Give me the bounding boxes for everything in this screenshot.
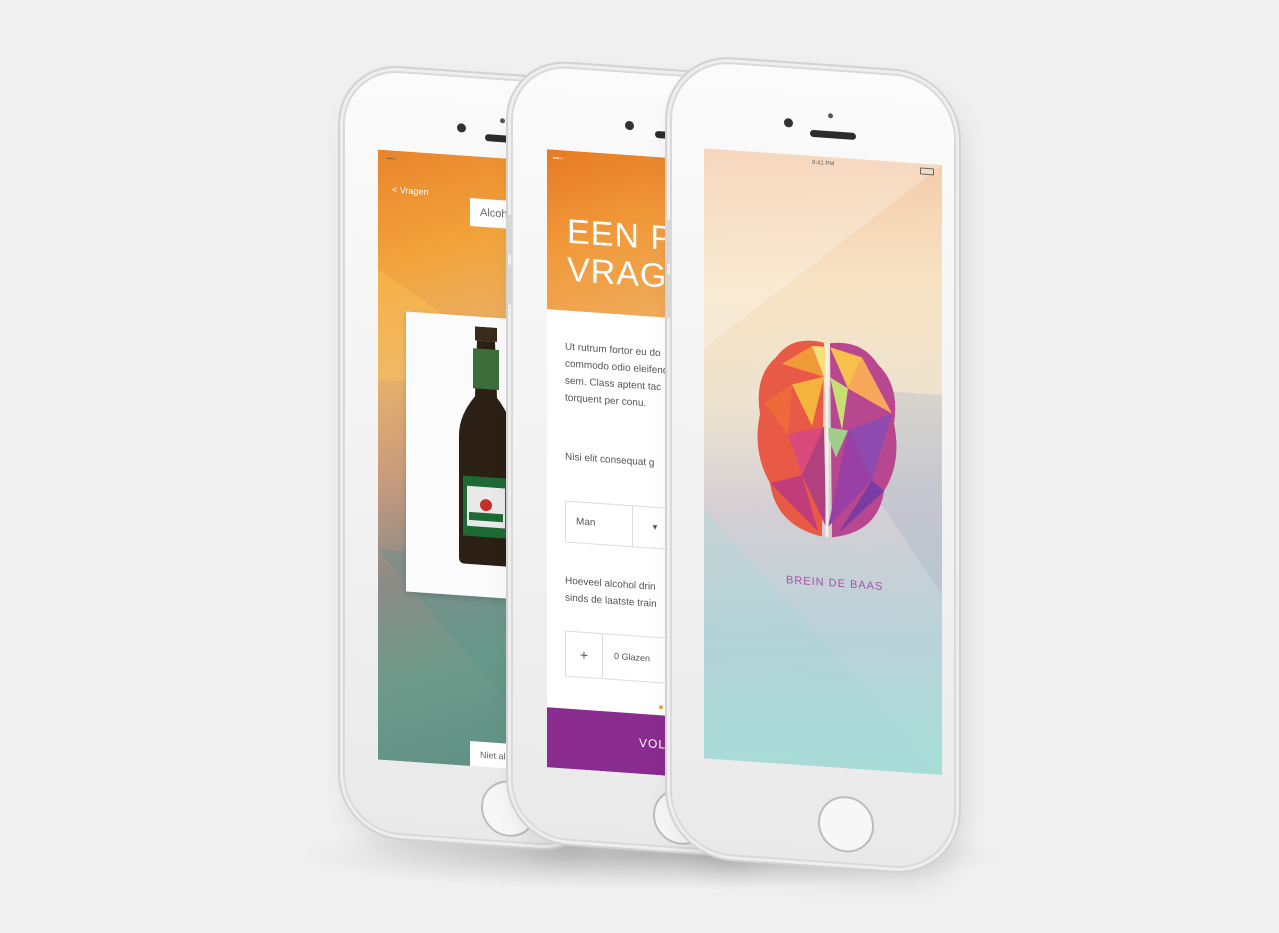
battery-icon [920,167,934,176]
pager-dot [667,705,671,710]
screen: 9:41 PM BREIN DE BAAS [704,148,942,776]
earpiece-speaker [810,129,856,141]
home-button[interactable] [818,794,874,855]
pager-dot [659,705,663,710]
gender-select-value: Man [576,516,596,529]
stepper-plus-button[interactable]: + [566,631,603,679]
question-alcohol: Hoeveel alcohol drin sinds de laatste tr… [565,573,657,613]
sensor-dot [500,118,505,124]
status-carrier: ••••◦ [386,156,397,163]
chevron-down-icon: ▼ [632,506,677,550]
front-camera [625,120,634,131]
poly-shard [704,508,942,776]
brain-logo [757,340,897,538]
volume-button [507,264,512,305]
gender-select[interactable]: Man ▼ [565,500,677,551]
intro-paragraph: Ut rutrum fortor eu do commodo odio elei… [565,339,668,414]
status-carrier: •••◦◦ [553,155,564,163]
beer-bottle-image [459,326,513,567]
sensor-dot [828,113,833,119]
volume-button [666,219,671,265]
front-camera [784,117,793,128]
front-camera [457,123,466,133]
stepper-value: 0 Glazen [614,650,651,664]
phone-splash-screen: 9:41 PM BREIN DE BAAS [666,60,954,870]
next-button-label: VOLG [639,735,677,753]
question-gender: Nisi elit consequat g [565,451,655,469]
volume-button [666,273,671,319]
glasses-stepper[interactable]: + 0 Glazen [565,630,687,686]
poly-shard [704,148,942,366]
volume-button [507,214,512,255]
